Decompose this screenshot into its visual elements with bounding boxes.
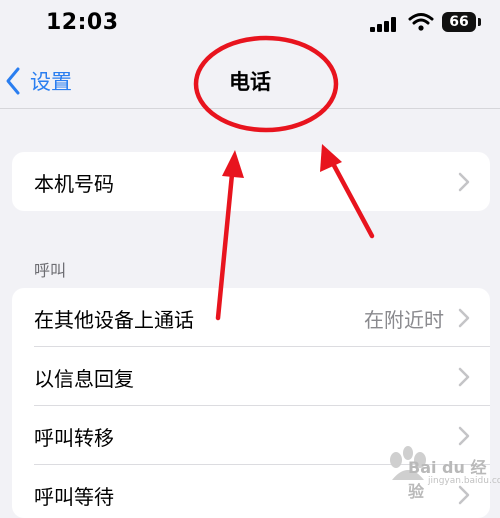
status-bar: 12:03 66 xyxy=(0,0,500,52)
list-item-respond-with-text[interactable]: 以信息回复 xyxy=(12,347,490,406)
list-item-calls-on-other-devices[interactable]: 在其他设备上通话 在附近时 xyxy=(12,288,490,347)
chevron-right-icon xyxy=(458,308,470,328)
list-item-my-number[interactable]: 本机号码 xyxy=(12,152,490,211)
cell-label: 以信息回复 xyxy=(34,367,134,391)
navigation-bar: 设置 电话 xyxy=(0,52,500,109)
battery-icon: 66 xyxy=(442,12,476,32)
settings-group-number: 本机号码 xyxy=(12,152,490,211)
cell-value: 在附近时 xyxy=(364,308,444,332)
status-time: 12:03 xyxy=(46,10,119,35)
page-title: 电话 xyxy=(229,70,271,94)
battery-cap xyxy=(478,18,481,26)
cell-label: 在其他设备上通话 xyxy=(34,308,194,332)
cell-label: 呼叫转移 xyxy=(34,426,114,450)
signal-icon xyxy=(370,16,400,32)
chevron-right-icon xyxy=(458,367,470,387)
cell-label: 呼叫等待 xyxy=(34,485,114,509)
cell-label: 本机号码 xyxy=(34,172,114,196)
section-header-calls: 呼叫 xyxy=(34,261,67,280)
wifi-icon xyxy=(408,13,434,31)
chevron-right-icon xyxy=(458,172,470,192)
watermark-url: jingyan.baidu.com xyxy=(428,476,500,486)
